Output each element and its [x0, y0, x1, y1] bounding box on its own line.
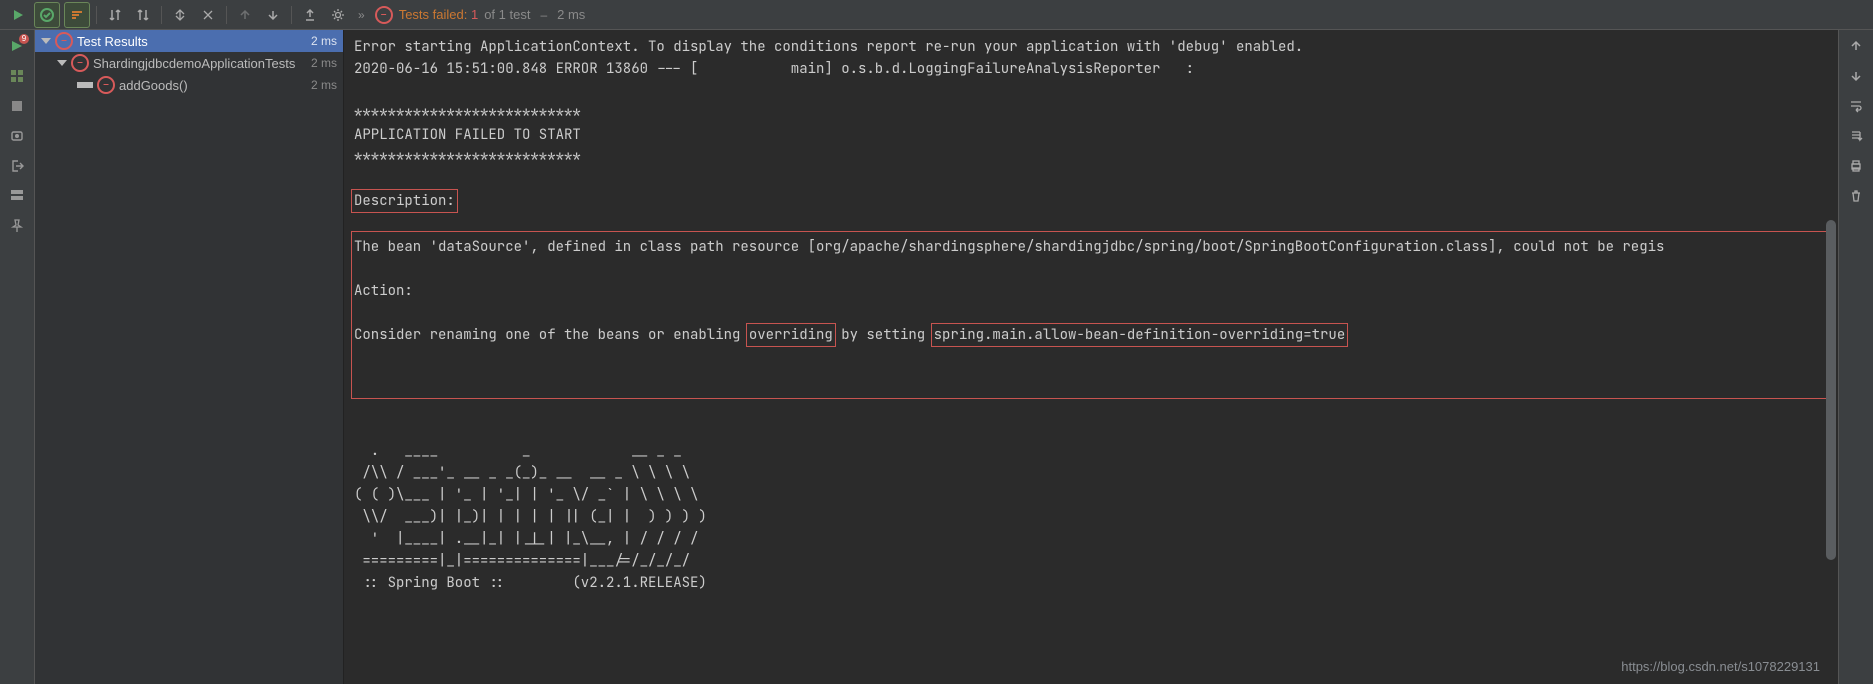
left-gutter	[0, 30, 35, 684]
status-duration: 2 ms	[557, 7, 585, 22]
scroll-to-end-icon[interactable]	[1846, 126, 1866, 146]
dump-threads-icon[interactable]	[7, 126, 27, 146]
expand-all-button[interactable]	[168, 3, 192, 27]
failed-count: 1	[471, 7, 478, 22]
gear-icon	[331, 8, 345, 22]
sort-icon	[70, 8, 84, 22]
separator	[226, 6, 227, 24]
tree-root-duration: 2 ms	[311, 34, 337, 48]
test-status-bar: – Tests failed: 1 of 1 test – 2 ms	[375, 6, 586, 24]
overriding-word: overriding	[749, 326, 833, 344]
test-tree: – Test Results 2 ms – ShardingjdbcdemoAp…	[35, 30, 344, 684]
prev-failed-button[interactable]	[233, 3, 257, 27]
stop-icon[interactable]	[7, 96, 27, 116]
soft-wrap-icon[interactable]	[1846, 96, 1866, 116]
right-gutter	[1838, 30, 1873, 684]
overflow-chevron[interactable]: »	[358, 8, 365, 22]
sort-alpha-button[interactable]	[103, 3, 127, 27]
separator	[291, 6, 292, 24]
exit-icon[interactable]	[7, 156, 27, 176]
tree-test-label: addGoods()	[119, 78, 188, 93]
tree-suite-label: ShardingjdbcdemoApplicationTests	[93, 56, 295, 71]
run-toolbar: » – Tests failed: 1 of 1 test – 2 ms	[0, 0, 1873, 30]
scroll-down-icon[interactable]	[1846, 66, 1866, 86]
status-label: Tests failed:	[399, 7, 468, 22]
sort-duration-icon	[136, 8, 150, 22]
sort-duration-button[interactable]	[131, 3, 155, 27]
show-ignored-toggle[interactable]	[64, 2, 90, 28]
console-panel: Error starting ApplicationContext. To di…	[344, 30, 1838, 684]
chevron-down-icon	[41, 38, 51, 44]
next-failed-button[interactable]	[261, 3, 285, 27]
status-of-total: of 1 test	[484, 7, 530, 22]
tree-test-row[interactable]: – addGoods() 2 ms	[35, 74, 343, 96]
arrow-down-icon	[267, 9, 279, 21]
expand-icon	[173, 8, 187, 22]
sort-alpha-icon	[108, 8, 122, 22]
tree-test-duration: 2 ms	[311, 78, 337, 92]
rerun-failed-icon[interactable]	[7, 36, 27, 56]
console-scroll[interactable]: Error starting ApplicationContext. To di…	[344, 30, 1838, 684]
layout-icon[interactable]	[7, 186, 27, 206]
separator	[96, 6, 97, 24]
pin-icon[interactable]	[7, 216, 27, 236]
play-icon	[12, 9, 24, 21]
fail-circle-icon: –	[375, 6, 393, 24]
tree-suite-row[interactable]: – ShardingjdbcdemoApplicationTests 2 ms	[35, 52, 343, 74]
separator	[161, 6, 162, 24]
fail-circle-icon: –	[55, 32, 73, 50]
override-property: spring.main.allow-bean-definition-overri…	[934, 326, 1346, 344]
desc-label: Description:	[354, 192, 455, 210]
export-results-button[interactable]	[298, 3, 322, 27]
run-button[interactable]	[6, 3, 30, 27]
scroll-up-icon[interactable]	[1846, 36, 1866, 56]
tree-suite-duration: 2 ms	[311, 56, 337, 70]
tree-root-row[interactable]: – Test Results 2 ms	[35, 30, 343, 52]
fail-circle-icon: –	[71, 54, 89, 72]
console-output: Error starting ApplicationContext. To di…	[354, 36, 1828, 594]
fail-circle-icon: –	[97, 76, 115, 94]
scrollbar-thumb[interactable]	[1826, 220, 1836, 560]
check-icon	[40, 8, 54, 22]
clear-icon[interactable]	[1846, 186, 1866, 206]
collapse-icon	[201, 8, 215, 22]
main-split: – Test Results 2 ms – ShardingjdbcdemoAp…	[0, 30, 1873, 684]
dash: –	[540, 8, 547, 22]
spacer	[77, 82, 93, 88]
toggle-auto-test-icon[interactable]	[7, 66, 27, 86]
tree-root-label: Test Results	[77, 34, 148, 49]
collapse-all-button[interactable]	[196, 3, 220, 27]
chevron-down-icon	[57, 60, 67, 66]
settings-button[interactable]	[326, 3, 350, 27]
show-passed-toggle[interactable]	[34, 2, 60, 28]
watermark: https://blog.csdn.net/s1078229131	[1621, 659, 1820, 674]
export-icon	[303, 8, 317, 22]
print-icon[interactable]	[1846, 156, 1866, 176]
arrow-up-icon	[239, 9, 251, 21]
